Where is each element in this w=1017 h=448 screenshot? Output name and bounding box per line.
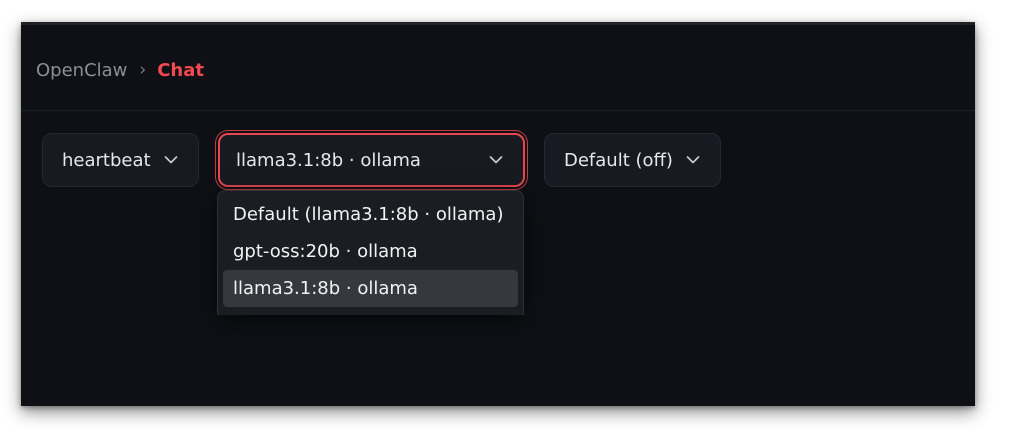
chevron-down-icon xyxy=(164,156,178,164)
model-option-gpt-oss[interactable]: gpt-oss:20b · ollama xyxy=(223,233,518,270)
model-option-llama[interactable]: llama3.1:8b · ollama xyxy=(223,270,518,307)
model-select[interactable]: llama3.1:8b · ollama xyxy=(218,133,525,187)
thinking-select-value: Default (off) xyxy=(564,149,673,171)
model-select-value: llama3.1:8b · ollama xyxy=(236,149,421,171)
model-option-default[interactable]: Default (llama3.1:8b · ollama) xyxy=(223,196,518,233)
breadcrumb: OpenClaw › Chat xyxy=(36,57,204,83)
thinking-select[interactable]: Default (off) xyxy=(544,133,721,187)
model-dropdown-list: Default (llama3.1:8b · ollama) gpt-oss:2… xyxy=(217,190,524,315)
app-window: OpenClaw › Chat heartbeat llama3.1:8b · … xyxy=(21,22,975,406)
chevron-down-icon xyxy=(489,156,503,164)
breadcrumb-app[interactable]: OpenClaw xyxy=(36,60,127,81)
page-title: Chat xyxy=(157,59,204,81)
header-divider xyxy=(21,110,975,111)
agent-select[interactable]: heartbeat xyxy=(42,133,199,187)
agent-select-value: heartbeat xyxy=(62,149,151,171)
breadcrumb-separator: › xyxy=(139,60,147,80)
chevron-down-icon xyxy=(686,156,700,164)
